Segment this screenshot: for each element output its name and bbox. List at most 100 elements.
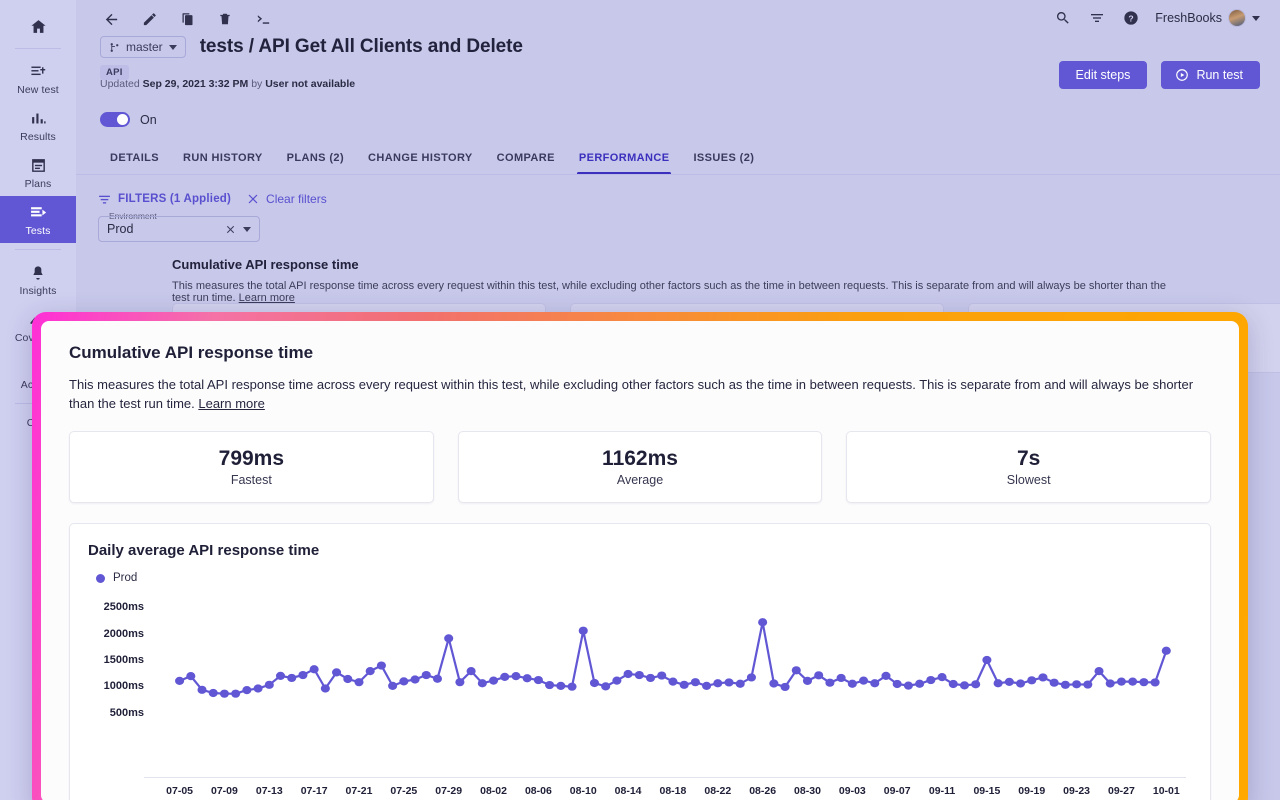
data-point[interactable] bbox=[567, 682, 577, 691]
tab-change-history[interactable]: CHANGE HISTORY bbox=[356, 146, 485, 175]
data-point[interactable] bbox=[780, 682, 790, 692]
environment-select[interactable]: Prod bbox=[98, 216, 260, 242]
run-test-button[interactable]: Run test bbox=[1161, 61, 1260, 89]
data-point[interactable] bbox=[1015, 679, 1026, 688]
data-point[interactable] bbox=[1105, 679, 1115, 688]
data-point[interactable] bbox=[937, 673, 947, 682]
data-point[interactable] bbox=[634, 670, 644, 680]
data-point[interactable] bbox=[365, 666, 375, 676]
data-point[interactable] bbox=[679, 680, 689, 689]
data-point[interactable] bbox=[825, 678, 835, 687]
data-point[interactable] bbox=[589, 678, 600, 688]
help-icon[interactable]: ? bbox=[1121, 8, 1141, 28]
data-point[interactable] bbox=[702, 681, 712, 690]
tab-compare[interactable]: COMPARE bbox=[485, 146, 567, 175]
data-point[interactable] bbox=[511, 672, 521, 681]
data-point[interactable] bbox=[1060, 680, 1070, 689]
sidebar-item-new-test[interactable]: New test bbox=[0, 55, 76, 102]
data-point[interactable] bbox=[309, 665, 319, 674]
data-point[interactable] bbox=[231, 689, 241, 698]
data-point[interactable] bbox=[847, 679, 857, 688]
data-point[interactable] bbox=[186, 672, 196, 681]
filter-icon[interactable] bbox=[1087, 8, 1107, 28]
data-point[interactable] bbox=[388, 681, 398, 690]
data-point[interactable] bbox=[903, 681, 913, 690]
filters-button[interactable]: FILTERS (1 Applied) bbox=[98, 193, 231, 206]
data-point[interactable] bbox=[791, 666, 801, 675]
edit-steps-button[interactable]: Edit steps bbox=[1058, 61, 1148, 89]
data-point[interactable] bbox=[354, 678, 364, 687]
clear-filters-button[interactable]: Clear filters bbox=[247, 192, 327, 206]
data-point[interactable] bbox=[1139, 678, 1149, 687]
data-point[interactable] bbox=[1150, 678, 1160, 687]
data-point[interactable] bbox=[1049, 678, 1059, 687]
data-point[interactable] bbox=[522, 674, 532, 683]
data-point[interactable] bbox=[1128, 677, 1138, 686]
data-point[interactable] bbox=[287, 673, 297, 683]
data-point[interactable] bbox=[1094, 666, 1104, 676]
data-point[interactable] bbox=[477, 679, 487, 688]
tab-issues[interactable]: ISSUES (2) bbox=[681, 146, 766, 175]
data-point[interactable] bbox=[645, 673, 656, 683]
back-arrow-icon[interactable] bbox=[100, 8, 122, 30]
data-point[interactable] bbox=[836, 673, 846, 683]
data-point[interactable] bbox=[735, 679, 745, 688]
data-point[interactable] bbox=[892, 679, 902, 689]
data-point[interactable] bbox=[802, 676, 813, 685]
data-point[interactable] bbox=[1038, 673, 1048, 682]
trash-icon[interactable] bbox=[214, 8, 236, 30]
data-point[interactable] bbox=[298, 670, 308, 680]
branch-selector[interactable]: master bbox=[100, 36, 186, 58]
sidebar-item-home[interactable] bbox=[0, 10, 76, 42]
data-point[interactable] bbox=[488, 676, 499, 685]
data-point[interactable] bbox=[533, 675, 543, 685]
tab-run-history[interactable]: RUN HISTORY bbox=[171, 146, 275, 175]
data-point[interactable] bbox=[242, 685, 252, 695]
tab-performance[interactable]: PERFORMANCE bbox=[567, 146, 682, 175]
data-point[interactable] bbox=[556, 681, 566, 690]
data-point[interactable] bbox=[612, 676, 622, 685]
data-point[interactable] bbox=[197, 685, 207, 694]
data-point[interactable] bbox=[376, 661, 386, 670]
data-point[interactable] bbox=[724, 678, 734, 687]
terminal-icon[interactable] bbox=[252, 8, 274, 30]
tab-plans[interactable]: PLANS (2) bbox=[275, 146, 356, 175]
data-point[interactable] bbox=[332, 668, 342, 677]
data-point[interactable] bbox=[959, 681, 970, 690]
data-point[interactable] bbox=[264, 680, 274, 689]
data-point[interactable] bbox=[769, 679, 779, 688]
copy-icon[interactable] bbox=[176, 8, 198, 30]
data-point[interactable] bbox=[410, 675, 420, 684]
data-point[interactable] bbox=[399, 677, 409, 686]
account-menu[interactable]: FreshBooks bbox=[1155, 9, 1260, 27]
data-point[interactable] bbox=[926, 675, 936, 685]
data-point[interactable] bbox=[1083, 680, 1093, 689]
data-point[interactable] bbox=[758, 618, 768, 627]
data-point[interactable] bbox=[500, 672, 510, 681]
data-point[interactable] bbox=[343, 674, 353, 684]
data-point[interactable] bbox=[623, 669, 633, 679]
data-point[interactable] bbox=[971, 680, 981, 689]
data-point[interactable] bbox=[915, 679, 925, 688]
data-point[interactable] bbox=[1027, 676, 1037, 685]
data-point[interactable] bbox=[175, 676, 185, 685]
data-point[interactable] bbox=[690, 678, 700, 687]
data-point[interactable] bbox=[320, 684, 330, 693]
data-point[interactable] bbox=[1161, 646, 1171, 655]
data-point[interactable] bbox=[746, 673, 756, 682]
data-point[interactable] bbox=[870, 679, 880, 688]
sidebar-item-results[interactable]: Results bbox=[0, 102, 76, 149]
data-point[interactable] bbox=[455, 678, 465, 687]
data-point[interactable] bbox=[1116, 677, 1126, 686]
data-point[interactable] bbox=[859, 676, 869, 685]
data-point[interactable] bbox=[444, 634, 454, 643]
search-icon[interactable] bbox=[1053, 8, 1073, 28]
data-point[interactable] bbox=[466, 666, 476, 676]
sidebar-item-plans[interactable]: Plans bbox=[0, 149, 76, 196]
data-point[interactable] bbox=[578, 626, 588, 635]
data-point[interactable] bbox=[275, 671, 286, 680]
tab-details[interactable]: DETAILS bbox=[98, 146, 171, 175]
data-point[interactable] bbox=[713, 679, 723, 688]
data-point[interactable] bbox=[948, 679, 958, 689]
data-point[interactable] bbox=[993, 679, 1003, 688]
